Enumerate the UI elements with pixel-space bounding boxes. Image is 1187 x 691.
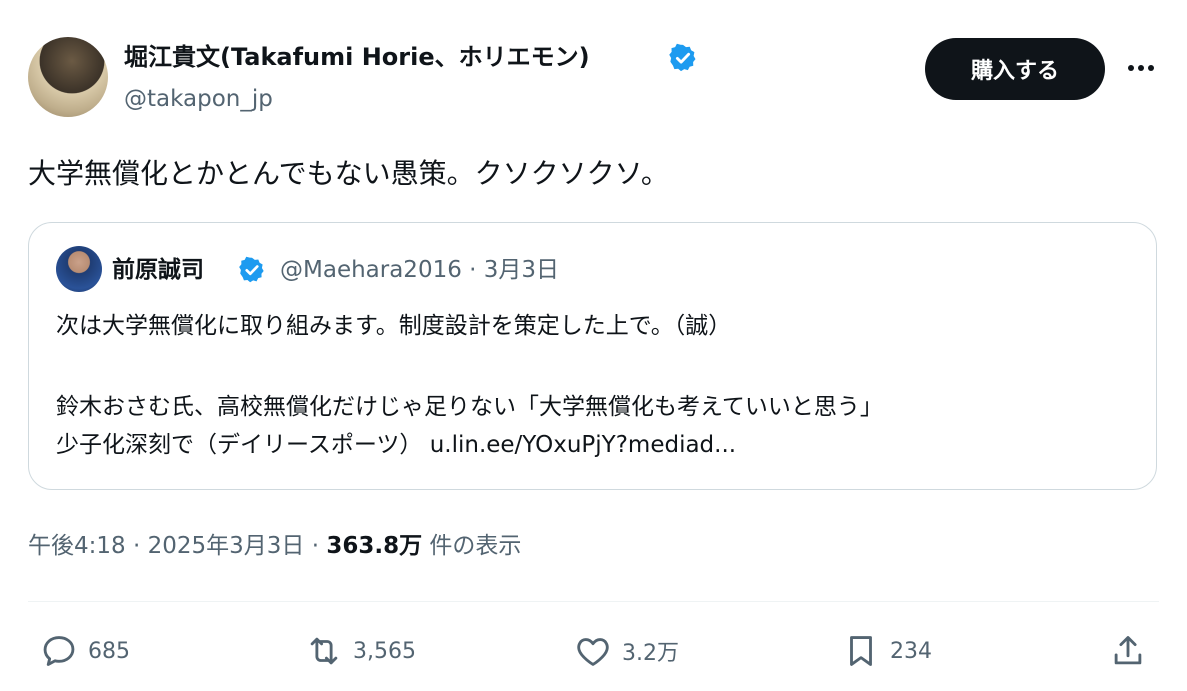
quoted-tweet-text-line: 少子化深刻で（デイリースポーツ） u.lin.ee/YOxuPjY?mediad…: [56, 427, 736, 463]
bookmark-icon: [850, 636, 872, 666]
quoted-author-avatar[interactable]: [56, 246, 102, 292]
share-button[interactable]: [1109, 626, 1157, 676]
reply-button[interactable]: 685: [40, 626, 130, 676]
quoted-tweet-meta: @Maehara2016 · 3月3日: [280, 254, 559, 286]
view-count-label: 件の表示: [429, 533, 522, 559]
buy-button[interactable]: 購入する: [925, 38, 1105, 100]
heart-icon: [577, 638, 609, 666]
retweet-icon: [310, 637, 338, 665]
share-icon: [1114, 636, 1142, 665]
like-count: 3.2万: [622, 641, 679, 666]
meta-separator: ·: [469, 257, 477, 283]
author-display-name[interactable]: 堀江貴文(Takafumi Horie、ホリエモン): [124, 40, 590, 74]
author-avatar[interactable]: [28, 37, 108, 117]
quoted-tweet-link[interactable]: u.lin.ee/YOxuPjY?mediad...: [430, 432, 736, 458]
retweet-button[interactable]: 3,565: [305, 626, 416, 676]
tweet-text: 大学無償化とかとんでもない愚策。クソクソクソ。: [28, 157, 669, 190]
reply-icon: [43, 636, 75, 666]
bookmark-button[interactable]: 234: [842, 626, 932, 676]
quoted-tweet-text-fragment: 少子化深刻で（デイリースポーツ）: [56, 432, 423, 458]
author-handle[interactable]: @takapon_jp: [124, 84, 273, 114]
quoted-tweet-text-line: 鈴木おさむ氏、高校無償化だけじゃ足りない「大学無償化も考えていいと思う」: [56, 394, 883, 420]
more-icon[interactable]: [1124, 55, 1158, 81]
retweet-count: 3,565: [353, 638, 416, 664]
quoted-author-handle[interactable]: @Maehara2016: [280, 257, 462, 283]
reply-count: 685: [88, 638, 130, 664]
meta-separator: ·: [311, 533, 320, 559]
bookmark-count: 234: [890, 638, 932, 664]
like-button[interactable]: 3.2万: [574, 626, 679, 676]
quoted-author-name[interactable]: 前原誠司: [112, 254, 204, 286]
tweet-date[interactable]: 2025年3月3日: [148, 533, 305, 559]
verified-badge-icon: [239, 256, 264, 283]
verified-badge-icon: [669, 43, 696, 72]
view-count: 363.8万: [326, 533, 423, 559]
tweet-meta-row: 午後4:18 · 2025年3月3日 · 363.8万 件の表示: [28, 528, 521, 564]
tweet-time[interactable]: 午後4:18: [28, 533, 126, 559]
quoted-tweet-text-line: 次は大学無償化に取り組みます。制度設計を策定した上で。（誠）: [56, 313, 732, 339]
meta-separator: ·: [132, 533, 141, 559]
quoted-tweet-date[interactable]: 3月3日: [484, 257, 559, 283]
divider: [28, 601, 1159, 602]
